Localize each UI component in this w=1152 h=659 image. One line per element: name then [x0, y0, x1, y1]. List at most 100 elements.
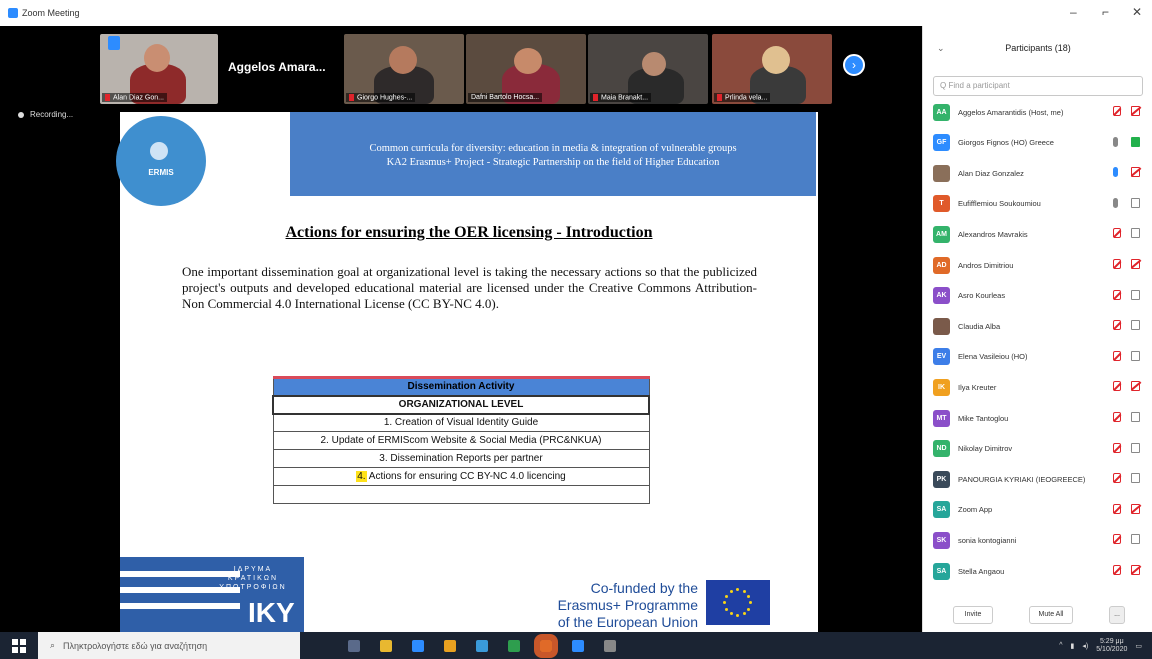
video-icon[interactable] [1131, 442, 1140, 453]
mic-muted-icon [105, 93, 110, 101]
taskbar-app-icon[interactable] [572, 639, 584, 652]
video-icon[interactable] [1131, 412, 1140, 422]
taskbar-app-icon[interactable] [348, 639, 360, 652]
video-tile[interactable]: Maia Branakt... [588, 34, 708, 104]
video-icon[interactable] [1131, 320, 1140, 331]
mic-muted-icon[interactable] [1113, 259, 1121, 269]
taskbar-app-icon[interactable] [444, 639, 456, 652]
participant-row[interactable]: SK sonia kontogianni [933, 530, 1148, 550]
video-off-icon[interactable] [1131, 503, 1140, 514]
avatar: ND [933, 440, 950, 458]
tray-chevron-icon[interactable]: ^ [1059, 642, 1062, 649]
more-button[interactable]: ... [1109, 606, 1125, 624]
pin-icon[interactable] [108, 36, 120, 50]
collapse-icon[interactable]: ⌄ [937, 26, 945, 70]
mic-icon[interactable] [1113, 136, 1118, 147]
slide-header-banner: Common curricula for diversity: educatio… [290, 112, 816, 196]
participant-row[interactable]: SA Zoom App [933, 500, 1148, 520]
participant-row[interactable]: AD Andros Dimitriou [933, 255, 1148, 275]
highlight-text: Actions for ensuring CC BY-NC 4.0 licenc… [366, 471, 566, 482]
mic-muted-icon[interactable] [1113, 412, 1121, 422]
mic-muted-icon[interactable] [1113, 442, 1121, 453]
mic-icon[interactable] [1113, 197, 1118, 208]
mic-muted-icon[interactable] [1113, 503, 1121, 514]
clock[interactable]: 5:29 μμ 5/10/2020 [1096, 638, 1127, 654]
person-head [642, 52, 666, 76]
taskbar-app-icon[interactable] [534, 633, 558, 658]
participant-row[interactable]: AM Alexandros Mavrakis [933, 224, 1148, 244]
video-icon[interactable] [1131, 197, 1140, 208]
video-icon[interactable] [1131, 228, 1140, 239]
mic-icon[interactable] [1113, 167, 1118, 178]
video-tile[interactable]: Prlinda vela... [712, 34, 832, 104]
windows-start-icon[interactable] [12, 638, 26, 653]
participant-name: Ilya Kreuter [958, 382, 997, 392]
mic-muted-icon[interactable] [1113, 350, 1121, 361]
mic-muted-icon[interactable] [1113, 381, 1121, 392]
network-icon[interactable]: ▮ [1071, 642, 1075, 650]
participant-row[interactable]: IK Ilya Kreuter [933, 377, 1148, 397]
participant-row[interactable]: Alan Diaz Gonzalez [933, 163, 1148, 183]
mic-muted-icon[interactable] [1113, 565, 1121, 575]
maximize-button[interactable]: ⌐ [1102, 5, 1109, 19]
video-off-icon[interactable] [1131, 106, 1140, 116]
video-off-icon[interactable] [1131, 565, 1140, 575]
taskbar-search-input[interactable]: ⌕ Πληκτρολογήστε εδώ για αναζήτηση [38, 632, 300, 659]
participant-row[interactable]: AK Asro Kourleas [933, 286, 1148, 306]
meeting-area: Alan Diaz Gon... Aggelos Amara... Giorgo… [0, 26, 922, 632]
notifications-icon[interactable]: ▭ [1135, 642, 1142, 650]
taskbar-app-icon[interactable] [604, 639, 616, 652]
participant-row[interactable]: EV Elena Vasileiou (HO) [933, 347, 1148, 367]
video-off-icon[interactable] [1131, 381, 1140, 392]
avatar: AA [933, 103, 950, 121]
video-icon[interactable] [1131, 289, 1140, 300]
participant-row[interactable]: T Eufifflemiou Soukoumiou [933, 194, 1148, 214]
table-row: 1. Creation of Visual Identity Guide [272, 413, 650, 432]
minimize-button[interactable]: – [1070, 5, 1077, 19]
mic-muted-icon[interactable] [1113, 228, 1121, 239]
video-icon[interactable] [1131, 350, 1140, 361]
participant-row[interactable]: MT Mike Tantoglou [933, 408, 1148, 428]
tile-name: Alan Diaz Gon... [102, 92, 167, 102]
mute-all-button[interactable]: Mute All [1029, 606, 1073, 624]
mic-muted-icon[interactable] [1113, 473, 1121, 484]
mic-muted-icon [349, 93, 354, 101]
video-off-icon[interactable] [1131, 259, 1140, 269]
video-tile[interactable]: Giorgo Hughes-... [344, 34, 464, 104]
participant-row[interactable]: GF Giorgos Fignos (HO) Greece [933, 133, 1148, 153]
taskbar-app-icon[interactable] [412, 639, 424, 652]
iky-subtitle: ΙΔΡΥΜΑ ΚΡΑΤΙΚΩΝ ΥΠΟΤΡΟΦΙΩΝ [219, 566, 287, 591]
taskbar-app-icon[interactable] [380, 639, 392, 652]
person-head [389, 46, 417, 74]
taskbar-app-icon[interactable] [476, 639, 488, 652]
video-icon[interactable] [1131, 136, 1140, 147]
participant-name: Alexandros Mavrakis [958, 229, 1028, 239]
participants-title: Participants (18) [1005, 43, 1071, 53]
mic-muted-icon[interactable] [1113, 106, 1121, 116]
participant-row[interactable]: Claudia Alba [933, 316, 1148, 336]
invite-button[interactable]: Invite [953, 606, 993, 624]
video-tile[interactable]: Dafni Bartolo Hocsa... [466, 34, 586, 104]
close-button[interactable]: ✕ [1132, 5, 1142, 19]
participant-row[interactable]: ND Nikolay Dimitrov [933, 439, 1148, 459]
volume-icon[interactable]: ◂) [1082, 642, 1088, 650]
participant-row[interactable]: AA Aggelos Amarantidis (Host, me) [933, 102, 1148, 122]
participants-footer: Invite Mute All ... [923, 602, 1152, 632]
tile-name: Dafni Bartolo Hocsa... [468, 93, 543, 102]
video-off-icon[interactable] [1131, 167, 1140, 178]
participant-row[interactable]: SA Stella Angaou [933, 561, 1148, 581]
participant-row[interactable]: PK PANOURGIA KYRIAKI (IEOGREECE) [933, 469, 1148, 489]
video-icon[interactable] [1131, 473, 1140, 484]
participant-search-input[interactable]: Q Find a participant [933, 76, 1143, 96]
recording-indicator: Recording... [18, 110, 73, 119]
taskbar-app-icon[interactable] [508, 639, 520, 652]
window-title: Zoom Meeting [22, 8, 80, 18]
mic-muted-icon[interactable] [1113, 289, 1121, 300]
participant-name: Eufifflemiou Soukoumiou [958, 199, 1041, 209]
mic-muted-icon[interactable] [1113, 534, 1121, 545]
mic-muted-icon[interactable] [1113, 320, 1121, 331]
chevron-right-icon[interactable]: › [843, 54, 865, 76]
video-icon[interactable] [1131, 534, 1140, 545]
avatar: SA [933, 562, 950, 580]
participant-name: sonia kontogianni [958, 535, 1017, 545]
